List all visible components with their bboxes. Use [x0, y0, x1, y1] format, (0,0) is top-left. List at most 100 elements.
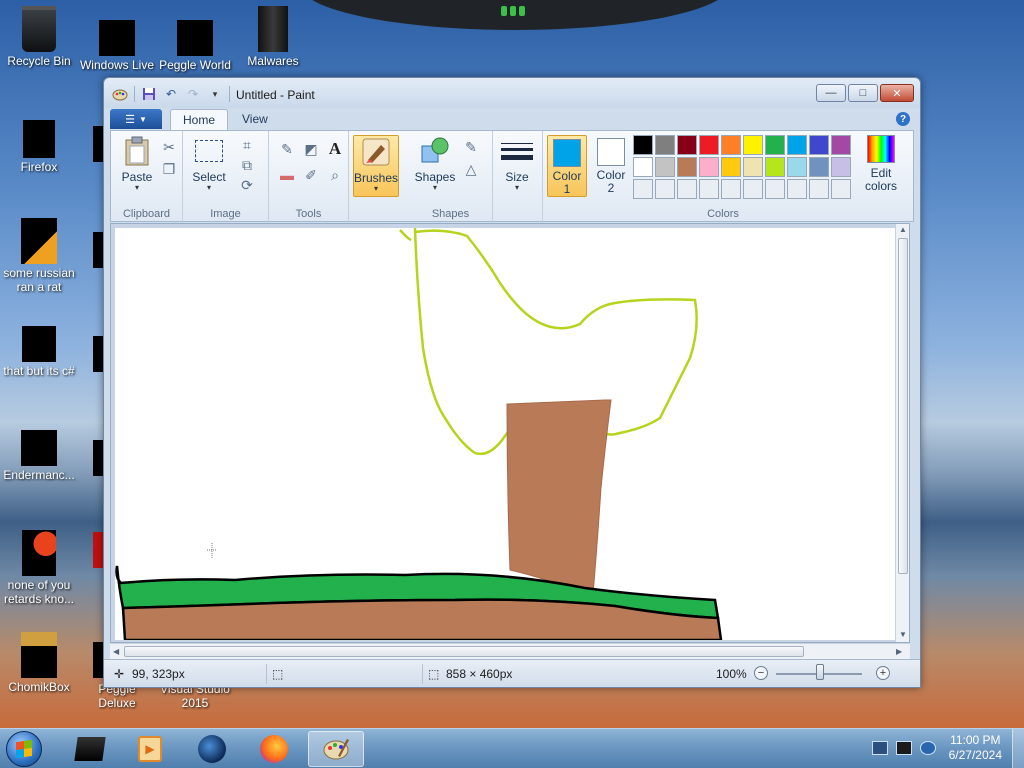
custom-color-slot[interactable]: [655, 179, 675, 199]
vertical-scroll-thumb[interactable]: [898, 238, 908, 574]
taskbar-item-paint[interactable]: [308, 731, 364, 767]
help-icon[interactable]: ?: [896, 112, 910, 126]
paint-window[interactable]: ↶ ↷ ▾ Untitled - Paint — □ ✕ ☰ ▼ Home Vie…: [103, 77, 921, 688]
vertical-scrollbar[interactable]: ▲ ▼: [895, 224, 909, 642]
desktop-icon-none-of-you[interactable]: none of you retards kno...: [0, 530, 78, 606]
desktop-icon-peggle-world[interactable]: Peggle World: [156, 6, 234, 72]
desktop-icon-russian-rat[interactable]: some russian ran a rat: [0, 218, 78, 294]
show-desktop-button[interactable]: [1012, 729, 1024, 768]
pencil-icon[interactable]: ✎: [277, 139, 297, 159]
paint-menu-button[interactable]: ☰ ▼: [110, 109, 162, 129]
palette-color-swatch[interactable]: [699, 135, 719, 155]
custom-color-slot[interactable]: [765, 179, 785, 199]
fill-shape-icon[interactable]: △: [461, 159, 481, 179]
text-icon[interactable]: A: [325, 139, 345, 159]
resize-icon[interactable]: ⧉: [237, 155, 257, 175]
action-center-icon[interactable]: [872, 741, 888, 755]
color1-swatch: [553, 139, 581, 167]
magnifier-icon[interactable]: ⌕: [325, 165, 345, 185]
size-button[interactable]: Size ▾: [497, 135, 537, 192]
tab-view[interactable]: View: [230, 109, 280, 130]
copy-icon[interactable]: ❐: [159, 159, 179, 179]
taskbar-item-firefox[interactable]: [246, 731, 302, 767]
color2-button[interactable]: Color 2: [591, 135, 631, 197]
scroll-up-icon[interactable]: ▲: [899, 225, 907, 234]
palette-color-swatch[interactable]: [655, 157, 675, 177]
palette-color-swatch[interactable]: [831, 135, 851, 155]
palette-color-swatch[interactable]: [787, 135, 807, 155]
brushes-button[interactable]: Brushes ▾: [353, 135, 399, 197]
start-button[interactable]: [6, 731, 42, 767]
palette-color-swatch[interactable]: [831, 157, 851, 177]
desktop-icon-malwares[interactable]: Malwares: [234, 6, 312, 68]
drawing-canvas[interactable]: [115, 227, 899, 642]
desktop-icon-firefox[interactable]: Firefox: [0, 118, 78, 174]
close-button[interactable]: ✕: [880, 84, 914, 102]
palette-color-swatch[interactable]: [765, 135, 785, 155]
custom-color-slot[interactable]: [743, 179, 763, 199]
eraser-icon[interactable]: ▬: [277, 165, 297, 185]
horizontal-scroll-thumb[interactable]: [124, 646, 804, 657]
maximize-button[interactable]: □: [848, 84, 878, 102]
clock[interactable]: 11:00 PM 6/27/2024: [949, 733, 1002, 763]
zoom-out-button[interactable]: −: [754, 666, 768, 680]
outline-icon[interactable]: ✎: [461, 137, 481, 157]
palette-color-swatch[interactable]: [633, 157, 653, 177]
palette-color-swatch[interactable]: [677, 157, 697, 177]
scroll-right-icon[interactable]: ▶: [896, 647, 902, 656]
palette-color-swatch[interactable]: [743, 157, 763, 177]
horizontal-scrollbar[interactable]: ◀ ▶: [110, 643, 910, 659]
network-icon[interactable]: [896, 741, 912, 755]
desktop-icon-windows-live[interactable]: Windows Live: [78, 6, 156, 72]
edit-colors-button[interactable]: Edit colors: [861, 135, 901, 193]
shapes-button[interactable]: Shapes ▾: [413, 135, 457, 192]
undo-icon[interactable]: ↶: [163, 86, 179, 102]
custom-color-slot[interactable]: [831, 179, 851, 199]
palette-color-swatch[interactable]: [809, 157, 829, 177]
volume-icon[interactable]: [920, 741, 936, 755]
palette-color-swatch[interactable]: [633, 135, 653, 155]
palette-color-swatch[interactable]: [655, 135, 675, 155]
tab-home[interactable]: Home: [170, 109, 229, 130]
paint-app-icon[interactable]: [112, 86, 128, 102]
custom-color-slot[interactable]: [699, 179, 719, 199]
desktop-icon-endermanch[interactable]: Endermanc...: [0, 430, 78, 482]
minimize-button[interactable]: —: [816, 84, 846, 102]
palette-color-swatch[interactable]: [699, 157, 719, 177]
save-icon[interactable]: [141, 86, 157, 102]
custom-color-slot[interactable]: [721, 179, 741, 199]
custom-color-slot[interactable]: [677, 179, 697, 199]
desktop-icon-that-but-csharp[interactable]: that but its c#: [0, 326, 78, 378]
custom-color-slot[interactable]: [787, 179, 807, 199]
custom-color-slot[interactable]: [809, 179, 829, 199]
cut-icon[interactable]: ✂: [159, 137, 179, 157]
rotate-icon[interactable]: ⟳: [237, 175, 257, 195]
paste-button[interactable]: Paste ▾: [117, 135, 157, 192]
taskbar-item-folder[interactable]: [62, 731, 118, 767]
palette-color-swatch[interactable]: [809, 135, 829, 155]
color-picker-icon[interactable]: ✐: [301, 165, 321, 185]
palette-color-swatch[interactable]: [721, 135, 741, 155]
custom-color-slot[interactable]: [633, 179, 653, 199]
fill-icon[interactable]: ◩: [301, 139, 321, 159]
palette-color-swatch[interactable]: [721, 157, 741, 177]
customize-qat-icon[interactable]: ▾: [207, 86, 223, 102]
crop-icon[interactable]: ⌗: [237, 135, 257, 155]
zoom-slider-thumb[interactable]: [816, 664, 824, 680]
zoom-in-button[interactable]: +: [876, 666, 890, 680]
desktop-icon-chomikbox[interactable]: ChomikBox: [0, 632, 78, 694]
desktop-icon-recycle-bin[interactable]: Recycle Bin: [0, 6, 78, 68]
scroll-left-icon[interactable]: ◀: [113, 647, 119, 656]
taskbar-item-media-player[interactable]: ▶: [122, 731, 178, 767]
scroll-down-icon[interactable]: ▼: [899, 630, 907, 639]
select-button[interactable]: Select ▾: [189, 135, 229, 192]
redo-icon[interactable]: ↷: [185, 86, 201, 102]
taskbar-item-globe[interactable]: [184, 731, 240, 767]
palette-color-swatch[interactable]: [677, 135, 697, 155]
palette-color-swatch[interactable]: [787, 157, 807, 177]
title-bar[interactable]: ↶ ↷ ▾ Untitled - Paint — □ ✕: [104, 78, 920, 108]
color1-button[interactable]: Color 1: [547, 135, 587, 197]
palette-color-swatch[interactable]: [743, 135, 763, 155]
palette-color-swatch[interactable]: [765, 157, 785, 177]
system-tray: 11:00 PM 6/27/2024: [864, 729, 1024, 768]
